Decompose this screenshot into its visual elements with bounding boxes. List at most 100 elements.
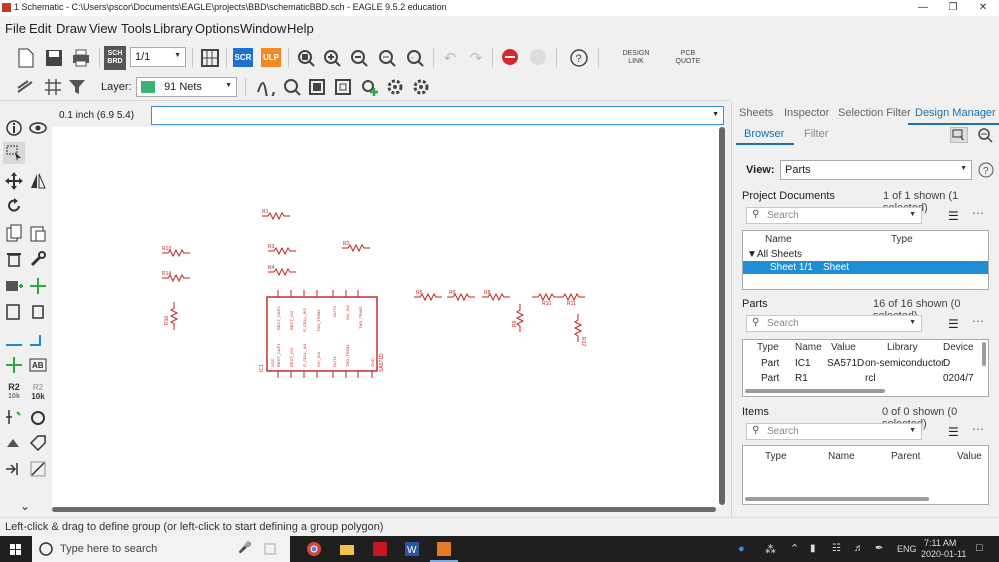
- table-icon[interactable]: [199, 46, 221, 70]
- tray-volume-icon[interactable]: ♬: [854, 543, 864, 554]
- tray-language[interactable]: ENG: [897, 544, 917, 554]
- move-part-icon[interactable]: [27, 275, 49, 297]
- tray-time[interactable]: 7:11 AM: [924, 538, 956, 548]
- file-explorer-icon[interactable]: [339, 541, 355, 557]
- tray-network-icon[interactable]: ☷: [832, 543, 841, 554]
- filter-icon[interactable]: [66, 76, 88, 98]
- add-part-icon[interactable]: [358, 76, 382, 98]
- parts-list-options-icon[interactable]: ☰: [948, 317, 959, 331]
- eagle-taskbar-icon[interactable]: [436, 541, 452, 557]
- layer-select[interactable]: 91 Nets ▼: [136, 77, 237, 97]
- menu-window[interactable]: Window: [240, 21, 286, 36]
- items-list-options-icon[interactable]: ☰: [948, 425, 959, 439]
- schematic-canvas[interactable]: R1 R2 R3 R4 R13 R14 R5 R6 R8 R10 R11 R16…: [52, 127, 722, 507]
- canvas-horizontal-scrollbar[interactable]: [52, 507, 716, 512]
- tray-pen-icon[interactable]: ✒: [875, 543, 883, 554]
- menu-tools[interactable]: Tools: [121, 21, 151, 36]
- line-draw-icon[interactable]: [27, 458, 49, 480]
- restore-button[interactable]: ❐: [938, 0, 968, 16]
- pcb-quote-button[interactable]: PCB QUOTE: [660, 48, 704, 68]
- view-select[interactable]: Parts ▼: [780, 160, 972, 180]
- bus-icon[interactable]: [27, 329, 49, 351]
- redo-icon[interactable]: ↷: [466, 47, 486, 69]
- all-sheets-expander[interactable]: ▼: [747, 249, 757, 260]
- gate-icon[interactable]: [27, 301, 49, 323]
- zoom-select-icon[interactable]: -: [404, 47, 428, 69]
- help-icon[interactable]: ?: [568, 47, 590, 69]
- column-type[interactable]: Type: [891, 234, 913, 245]
- undo-icon[interactable]: ↶: [440, 47, 460, 69]
- word-icon[interactable]: W: [404, 541, 420, 557]
- tree-item-sheet-1[interactable]: Sheet 1/1 Sheet: [743, 261, 988, 274]
- smash-icon[interactable]: [3, 406, 25, 428]
- parts-column-device[interactable]: Device: [943, 342, 974, 353]
- sheet-select[interactable]: 1/1 ▼: [130, 47, 186, 67]
- rotate-icon[interactable]: [3, 195, 25, 217]
- items-horizontal-scrollbar[interactable]: [745, 497, 929, 501]
- value-tool-icon[interactable]: R2 10k: [27, 381, 49, 403]
- go-icon[interactable]: [528, 47, 548, 67]
- items-column-value[interactable]: Value: [957, 451, 982, 462]
- library-manager-icon[interactable]: [332, 76, 354, 98]
- frame-icon[interactable]: [3, 301, 25, 323]
- mirror-icon[interactable]: [27, 170, 49, 192]
- command-history-dropdown-icon[interactable]: ▼: [712, 111, 719, 118]
- items-search[interactable]: ⚲ Search ▼: [746, 423, 922, 440]
- items-column-name[interactable]: Name: [828, 451, 855, 462]
- pinswap-icon[interactable]: [3, 432, 25, 454]
- parts-column-name[interactable]: Name: [795, 342, 822, 353]
- subtab-filter[interactable]: Filter: [804, 128, 828, 140]
- copy-icon[interactable]: [3, 222, 25, 244]
- tray-app-icon[interactable]: ●: [738, 543, 745, 555]
- items-column-type[interactable]: Type: [765, 451, 787, 462]
- junction-icon[interactable]: [3, 354, 25, 376]
- project-documents-search[interactable]: ⚲ Search ▼: [746, 207, 922, 224]
- menu-file[interactable]: File: [5, 21, 26, 36]
- delete-trash-icon[interactable]: [3, 248, 25, 270]
- tray-chevron-icon[interactable]: ⌃: [790, 542, 799, 555]
- menu-draw[interactable]: Draw: [56, 21, 86, 36]
- select-tool-icon[interactable]: [950, 127, 968, 143]
- parts-column-type[interactable]: Type: [757, 342, 779, 353]
- menu-help[interactable]: Help: [287, 21, 314, 36]
- stack-icon[interactable]: [14, 76, 36, 98]
- menu-edit[interactable]: Edit: [29, 21, 51, 36]
- parts-column-value[interactable]: Value: [831, 342, 856, 353]
- tab-design-manager[interactable]: Design Manager: [915, 107, 996, 119]
- print-icon[interactable]: [69, 46, 93, 70]
- more-options-icon[interactable]: ⋯: [972, 206, 984, 220]
- tab-sheets[interactable]: Sheets: [739, 107, 773, 119]
- add-part-tool-icon[interactable]: [3, 275, 25, 297]
- zoom-in-icon[interactable]: [321, 47, 343, 69]
- search-part-icon[interactable]: [281, 76, 303, 98]
- acrobat-icon[interactable]: [372, 541, 388, 557]
- net-icon[interactable]: [3, 329, 25, 351]
- parts-horizontal-scrollbar[interactable]: [745, 389, 885, 393]
- tab-inspector[interactable]: Inspector: [784, 107, 829, 119]
- notification-icon[interactable]: □: [976, 542, 983, 554]
- new-file-icon[interactable]: [14, 46, 38, 70]
- menu-view[interactable]: View: [89, 21, 117, 36]
- save-icon[interactable]: [42, 46, 66, 70]
- gateswap-icon[interactable]: [3, 458, 25, 480]
- tree-item-all-sheets[interactable]: All Sheets: [757, 249, 802, 260]
- parts-vertical-scrollbar[interactable]: [982, 342, 986, 366]
- tray-battery-icon[interactable]: ▮: [810, 543, 816, 554]
- taskbar-search-box[interactable]: Type here to search 🎤: [32, 536, 290, 562]
- tray-people-icon[interactable]: ⁂: [765, 543, 776, 556]
- wire-style-icon[interactable]: [255, 76, 277, 98]
- tray-date[interactable]: 2020-01-11: [921, 549, 966, 559]
- column-name[interactable]: Name: [765, 234, 792, 245]
- list-options-icon[interactable]: ☰: [948, 209, 959, 223]
- value-r2-icon[interactable]: R2 10k: [3, 381, 25, 403]
- subtab-browser[interactable]: Browser: [744, 128, 784, 140]
- run-script-button[interactable]: SCR: [233, 48, 253, 67]
- view-help-icon[interactable]: ?: [978, 162, 994, 178]
- attribute-tag-icon[interactable]: [27, 432, 49, 454]
- chrome-icon[interactable]: [306, 541, 322, 557]
- canvas-vertical-scrollbar[interactable]: [719, 127, 725, 505]
- command-line-input[interactable]: ▼: [151, 106, 724, 125]
- sch-brd-switch-button[interactable]: SCH BRD: [104, 46, 126, 70]
- wrench-icon[interactable]: [27, 248, 49, 270]
- menu-options[interactable]: Options: [195, 21, 240, 36]
